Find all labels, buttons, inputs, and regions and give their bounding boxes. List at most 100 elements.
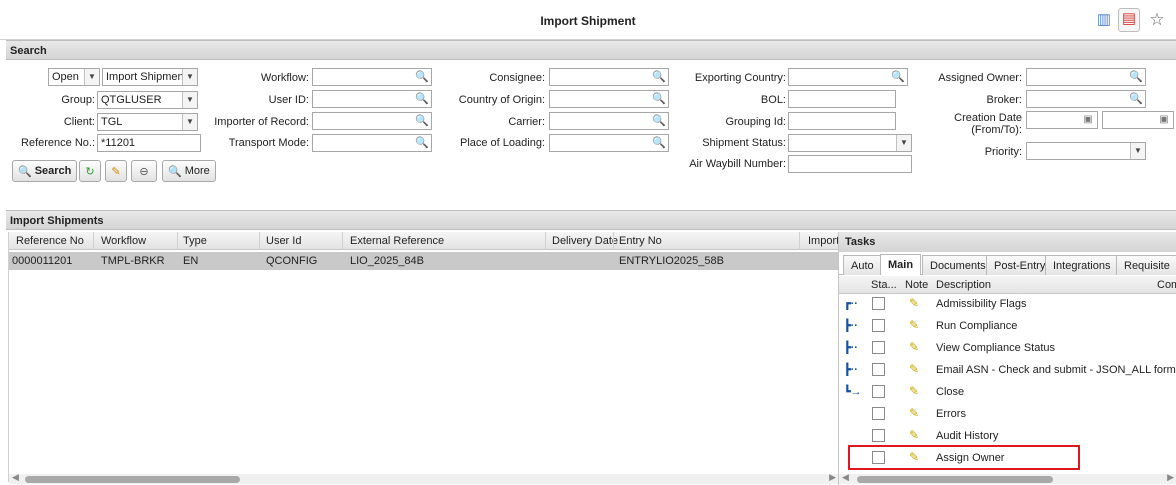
col-workflow[interactable]: Workflow (101, 235, 146, 247)
col-import[interactable]: Import (808, 235, 839, 247)
assigned-owner-input[interactable]: 🔍 (1026, 68, 1146, 86)
tasks-horizontal-scrollbar[interactable]: ◀ ▶ (839, 472, 1176, 484)
col-entry-no[interactable]: Entry No (619, 235, 662, 247)
priority-select[interactable]: ▼ (1026, 142, 1146, 160)
status-select[interactable]: Open ▼ (48, 68, 100, 86)
note-icon[interactable]: ✎ (909, 362, 919, 376)
magnifier-icon[interactable]: 🔍 (1128, 91, 1144, 107)
more-button[interactable]: 🔍 More (162, 160, 216, 182)
note-icon[interactable]: ✎ (909, 384, 919, 398)
place-of-loading-input[interactable]: 🔍 (549, 134, 669, 152)
tab-auto[interactable]: Auto (843, 255, 882, 275)
note-icon[interactable]: ✎ (909, 340, 919, 354)
magnifier-icon[interactable]: 🔍 (651, 69, 667, 85)
magnifier-icon[interactable]: 🔍 (414, 91, 430, 107)
bol-input[interactable] (788, 90, 896, 108)
chevron-down-icon[interactable]: ▼ (1130, 143, 1145, 159)
creation-date-to-input[interactable]: ▣ (1102, 111, 1174, 129)
tab-requisite[interactable]: Requisite (1116, 255, 1176, 275)
list-item[interactable]: ✎ Errors (839, 404, 1176, 426)
reference-no-input[interactable]: *11201 (97, 134, 201, 152)
col-reference-no[interactable]: Reference No (16, 235, 84, 247)
magnifier-icon[interactable]: 🔍 (890, 69, 906, 85)
consignee-input[interactable]: 🔍 (549, 68, 669, 86)
note-icon[interactable]: ✎ (909, 296, 919, 310)
calendar-icon[interactable]: ▣ (1156, 112, 1172, 128)
list-item[interactable]: ┣·· ✎ View Compliance Status (839, 338, 1176, 360)
clear-button[interactable]: ✎ (105, 160, 127, 182)
tab-main[interactable]: Main (880, 254, 922, 275)
scroll-thumb[interactable] (25, 475, 240, 483)
exporting-country-input[interactable]: 🔍 (788, 68, 908, 86)
magnifier-icon[interactable]: 🔍 (414, 135, 430, 151)
search-button[interactable]: 🔍 Search (12, 160, 78, 182)
status-checkbox[interactable] (872, 341, 885, 354)
air-waybill-input[interactable] (788, 155, 912, 173)
col-type[interactable]: Type (183, 235, 207, 247)
scroll-left-icon[interactable]: ◀ (842, 472, 849, 483)
link-button[interactable]: ⊖ (131, 160, 157, 182)
status-checkbox[interactable] (872, 363, 885, 376)
list-item[interactable]: ┏·· ✎ Admissibility Flags (839, 294, 1176, 316)
magnifier-icon[interactable]: 🔍 (651, 91, 667, 107)
list-item[interactable]: ┗→ ✎ Close (839, 382, 1176, 404)
user-id-input[interactable]: 🔍 (312, 90, 432, 108)
col-comment[interactable]: Com (1157, 279, 1176, 291)
col-external-reference[interactable]: External Reference (350, 235, 444, 247)
list-item[interactable]: ┣·· ✎ Email ASN - Check and submit - JSO… (839, 360, 1176, 382)
scroll-right-icon[interactable]: ▶ (829, 472, 836, 483)
transport-mode-input[interactable]: 🔍 (312, 134, 432, 152)
note-icon[interactable]: ✎ (909, 318, 919, 332)
shipment-status-select[interactable]: ▼ (788, 134, 912, 152)
magnifier-icon[interactable]: 🔍 (1128, 69, 1144, 85)
tab-post-entry[interactable]: Post-Entry (986, 255, 1054, 275)
scroll-right-icon[interactable]: ▶ (1167, 472, 1174, 483)
chevron-down-icon[interactable]: ▼ (182, 69, 197, 85)
shipment-type-select[interactable]: Import Shipment ▼ (102, 68, 198, 86)
note-icon[interactable]: ✎ (909, 406, 919, 420)
status-checkbox[interactable] (872, 407, 885, 420)
col-user-id[interactable]: User Id (266, 235, 301, 247)
group-select[interactable]: QTGLUSER ▼ (97, 91, 198, 109)
refresh-button[interactable]: ↻ (79, 160, 101, 182)
scroll-thumb[interactable] (857, 475, 1053, 483)
status-checkbox[interactable] (872, 429, 885, 442)
calendar-icon[interactable]: ▣ (1080, 112, 1096, 128)
table-row[interactable]: 0000011201 TMPL-BRKR EN QCONFIG LIO_2025… (9, 252, 839, 270)
chart-icon[interactable]: ▥ (1094, 10, 1114, 30)
status-checkbox[interactable] (872, 297, 885, 310)
highlight-toggle-icon[interactable]: ▤ (1118, 8, 1140, 32)
list-item[interactable]: ┣·· ✎ Run Compliance (839, 316, 1176, 338)
shipments-grid-header: Reference No Workflow Type User Id Exter… (9, 232, 839, 250)
shipments-horizontal-scrollbar[interactable]: ◀ ▶ (9, 472, 839, 484)
tab-documents[interactable]: Documents (922, 255, 994, 275)
status-checkbox[interactable] (872, 319, 885, 332)
magnifier-icon[interactable]: 🔍 (414, 113, 430, 129)
carrier-label: Carrier: (508, 116, 545, 128)
scroll-left-icon[interactable]: ◀ (12, 472, 19, 483)
consignee-label: Consignee: (489, 72, 545, 84)
chevron-down-icon[interactable]: ▼ (182, 114, 197, 130)
chevron-down-icon[interactable]: ▼ (896, 135, 911, 151)
carrier-input[interactable]: 🔍 (549, 112, 669, 130)
country-of-origin-input[interactable]: 🔍 (549, 90, 669, 108)
creation-date-from-input[interactable]: ▣ (1026, 111, 1098, 129)
note-icon[interactable]: ✎ (909, 428, 919, 442)
col-status[interactable]: Sta... (871, 279, 897, 291)
chevron-down-icon[interactable]: ▼ (182, 92, 197, 108)
chevron-down-icon[interactable]: ▼ (84, 69, 99, 85)
status-checkbox[interactable] (872, 385, 885, 398)
broker-input[interactable]: 🔍 (1026, 90, 1146, 108)
col-delivery-date[interactable]: Delivery Date (552, 235, 618, 247)
client-select[interactable]: TGL ▼ (97, 113, 198, 131)
magnifier-icon[interactable]: 🔍 (414, 69, 430, 85)
col-description[interactable]: Description (936, 279, 991, 291)
favorite-star-icon[interactable]: ☆ (1147, 10, 1167, 30)
magnifier-icon[interactable]: 🔍 (651, 135, 667, 151)
col-note[interactable]: Note (905, 279, 928, 291)
magnifier-icon[interactable]: 🔍 (651, 113, 667, 129)
tab-integrations[interactable]: Integrations (1045, 255, 1119, 275)
workflow-input[interactable]: 🔍 (312, 68, 432, 86)
importer-of-record-input[interactable]: 🔍 (312, 112, 432, 130)
grouping-id-input[interactable] (788, 112, 896, 130)
